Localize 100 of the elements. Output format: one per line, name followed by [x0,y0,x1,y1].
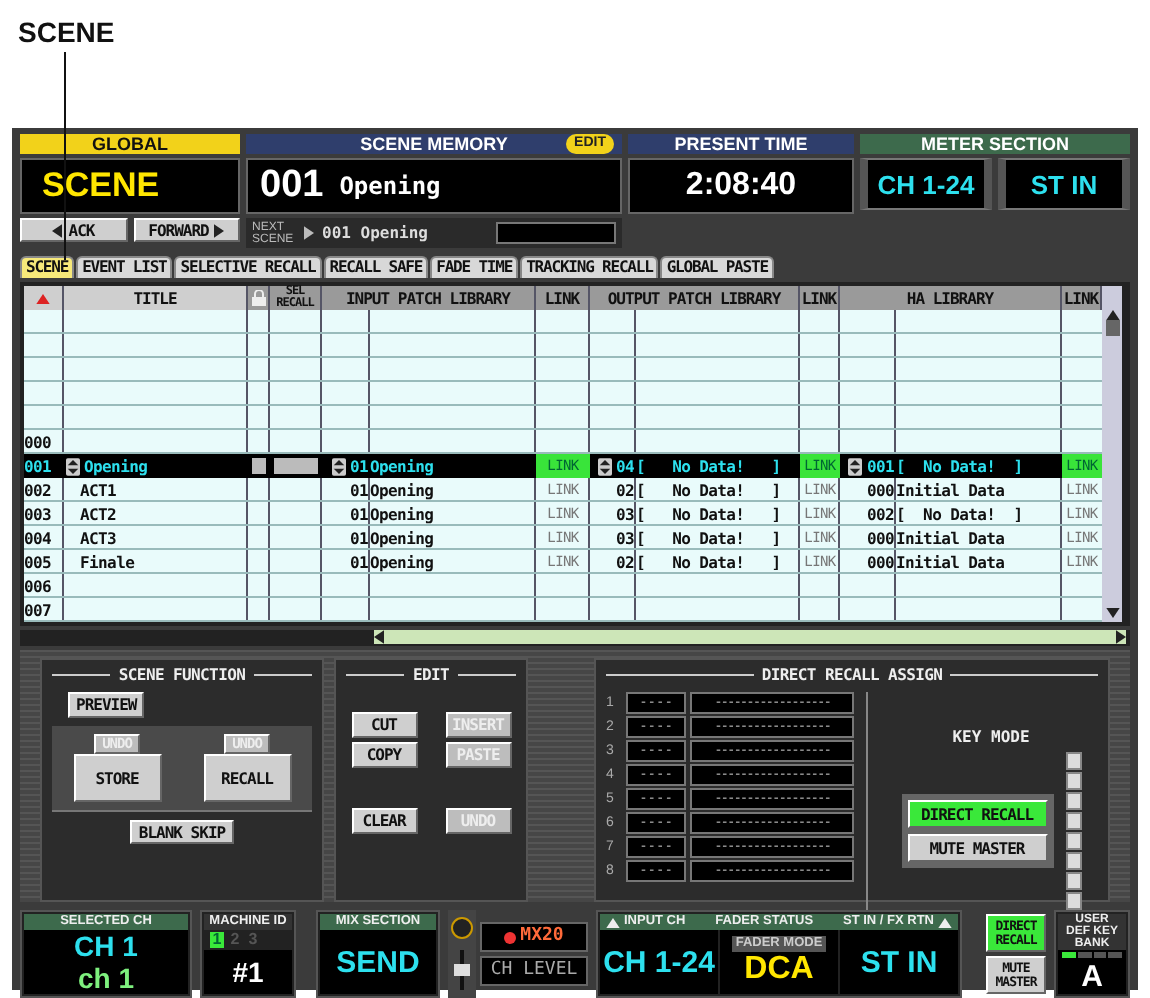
column-header[interactable]: TITLE [64,286,248,310]
table-cell-text: Initial Data [896,527,1007,550]
store-button[interactable]: STORE [73,754,161,802]
table-cell-text: 03 [613,527,636,550]
tab[interactable]: TRACKING RECALL [520,256,659,278]
sort-arrow-icon [36,293,50,303]
machine-id-option[interactable]: 1 [210,932,224,948]
row-number[interactable]: 003 [24,502,64,526]
edit-button[interactable]: CLEAR [351,808,417,834]
key-mode-button[interactable]: MUTE MASTER [907,834,1047,862]
scene-number: 001 [260,164,324,208]
table-cell-text: Opening [370,527,436,550]
column-header: LINK [536,286,590,310]
scene-name: Opening [339,172,441,200]
scroll-down-icon[interactable] [1105,608,1119,618]
preview-button[interactable]: PREVIEW [68,692,145,718]
key-mode-label: KEY MODE [952,728,1030,746]
mode-display: SCENE [20,158,240,214]
channel-display: CH 1 [74,930,138,962]
horizontal-scrollbar[interactable] [374,630,1126,644]
panel-title: METER SECTION [860,134,1130,154]
table-cell-text: 01 [347,479,370,502]
arrow-left-icon [52,223,63,237]
table-cell-text: [ No Data! ] [636,479,783,502]
table-cell-text: Initial Data [896,551,1007,574]
meter-button[interactable]: ST IN [998,158,1130,210]
table-cell-text: [ No Data! ] [636,551,783,574]
panel-title: GLOBAL [20,134,240,154]
panel-title: SCENE MEMORY [360,134,508,154]
table-cell-text: 01 [347,503,370,526]
table-cell-text: 002 [864,503,896,526]
spinner-icon[interactable] [331,457,346,475]
spinner-icon[interactable] [597,457,612,475]
table-cell-text: Opening [370,551,436,574]
status-field [496,222,616,244]
column-header: INPUT PATCH LIBRARY [322,286,536,310]
row-number[interactable]: 000 [24,430,64,454]
edit-button[interactable]: COPY [351,742,417,768]
arrow-up-icon [937,917,952,927]
scrollbar[interactable] [1102,286,1122,622]
scroll-thumb[interactable] [1105,320,1119,336]
meter-button[interactable]: CH 1-24 [860,158,992,210]
row-number[interactable]: 001 [24,454,64,478]
panel-title: EDIT [346,666,516,684]
spinner-icon[interactable] [848,457,863,475]
channel-name: ch 1 [77,962,134,994]
column-header: OUTPUT PATCH LIBRARY [590,286,800,310]
tab[interactable]: SCENE [20,256,75,278]
panel-title: PRESENT TIME [628,134,854,154]
column-header: LINK [800,286,840,310]
edit-button[interactable]: CUT [351,712,417,738]
table-cell-text: ACT2 [78,503,119,526]
row-number[interactable]: 006 [24,574,64,598]
table-cell: 001 [840,454,896,478]
ch-level-display: CH LEVEL [480,956,588,986]
row-number[interactable]: 005 [24,550,64,574]
input-ch-value: CH 1-24 [603,945,715,979]
key-bank-value: A [1081,960,1103,994]
machine-id-value: #1 [232,956,264,988]
table-cell: Opening [370,454,536,478]
table-cell: [ No Data! ] [636,454,800,478]
key-mode-button[interactable]: DIRECT RECALL [907,800,1047,828]
table-cell-text: 02 [613,551,636,574]
table-cell: [ No Data! ] [896,454,1062,478]
back-button[interactable]: ACK [20,218,127,242]
panel-title: SCENE FUNCTION [52,666,312,684]
arrow-right-icon [304,226,314,240]
mix-section-value: SEND [336,945,420,979]
row-number[interactable]: 002 [24,478,64,502]
table-cell-text: 03 [613,503,636,526]
sort-button[interactable] [24,286,64,310]
fader-mode-value: DCA [744,952,814,988]
column-header: LINK [1062,286,1102,310]
next-scene-name: 001 Opening [322,224,430,242]
blank-skip-button[interactable]: BLANK SKIP [130,820,234,844]
tab[interactable]: RECALL SAFE [323,256,429,278]
tab[interactable]: FADE TIME [430,256,519,278]
column-header: HA LIBRARY [840,286,1062,310]
sel-recall-field[interactable] [270,454,322,478]
table-cell-text: ACT1 [78,479,119,502]
row-number[interactable]: 007 [24,598,64,622]
forward-button[interactable]: FORWARD [133,218,240,242]
table-cell-text: [ No Data! ] [896,503,1025,526]
panel-title: DIRECT RECALL ASSIGN [606,666,1098,684]
table-cell-text: ACT3 [78,527,119,550]
arrow-up-icon [606,917,620,927]
tab[interactable]: SELECTIVE RECALL [174,256,322,278]
table-cell-text: Finale [78,551,137,574]
recall-button[interactable]: RECALL [203,754,291,802]
scroll-up-icon [1105,310,1119,320]
row-number[interactable]: 004 [24,526,64,550]
table-cell-text: 01 [347,551,370,574]
table-cell-text: Initial Data [896,479,1007,502]
table-cell: Opening [64,454,248,478]
spinner-icon[interactable] [66,457,80,475]
table-cell-text: 01 [347,527,370,550]
lock-field[interactable] [248,454,270,478]
tab[interactable]: GLOBAL PASTE [660,256,774,278]
lock-icon [251,290,265,306]
tab[interactable]: EVENT LIST [76,256,173,278]
